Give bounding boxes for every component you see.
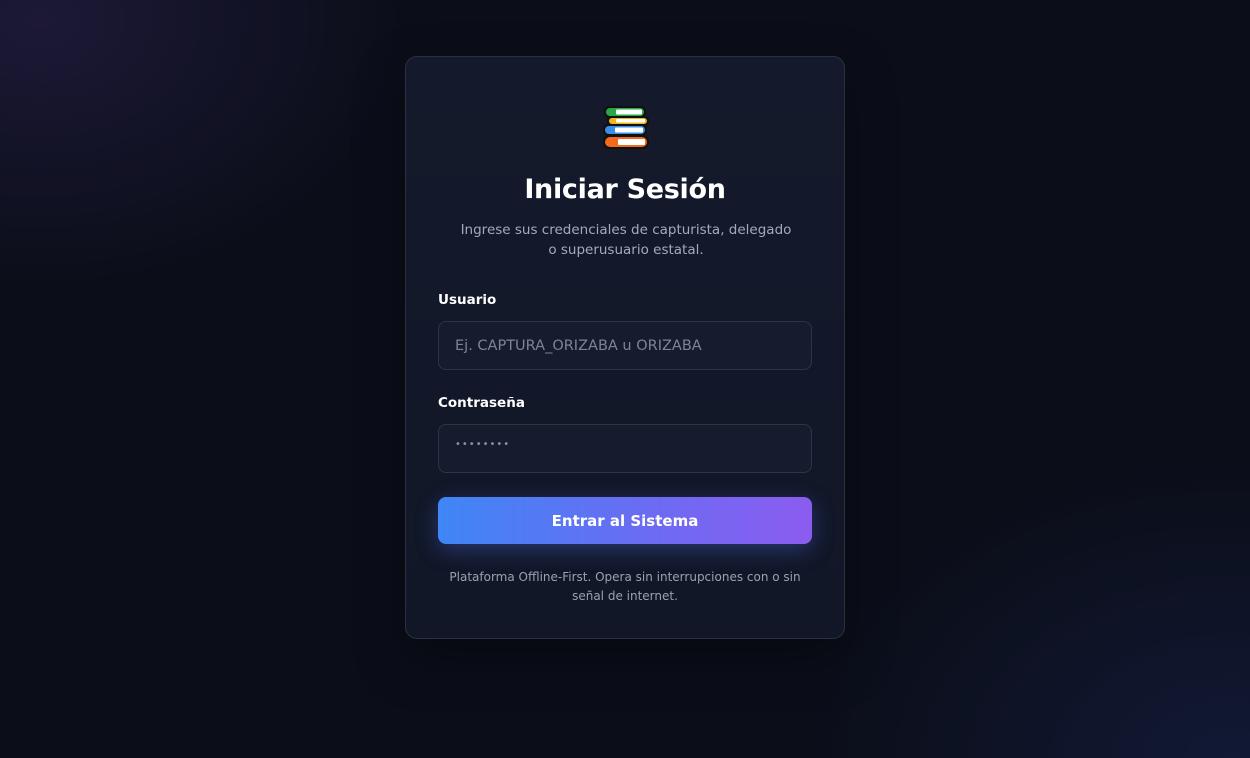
- login-button[interactable]: Entrar al Sistema: [438, 497, 812, 544]
- password-input[interactable]: [438, 424, 812, 473]
- login-card: Iniciar Sesión Ingrese sus credenciales …: [405, 56, 845, 639]
- books-stack-icon: [603, 106, 649, 149]
- offline-notice: Plataforma Offline-First. Opera sin inte…: [449, 570, 801, 603]
- login-subtitle: Ingrese sus credenciales de capturista, …: [460, 222, 792, 258]
- username-input[interactable]: [438, 321, 812, 370]
- username-label: Usuario: [438, 292, 497, 308]
- password-label: Contraseña: [438, 395, 525, 411]
- page-title: Iniciar Sesión: [524, 174, 726, 205]
